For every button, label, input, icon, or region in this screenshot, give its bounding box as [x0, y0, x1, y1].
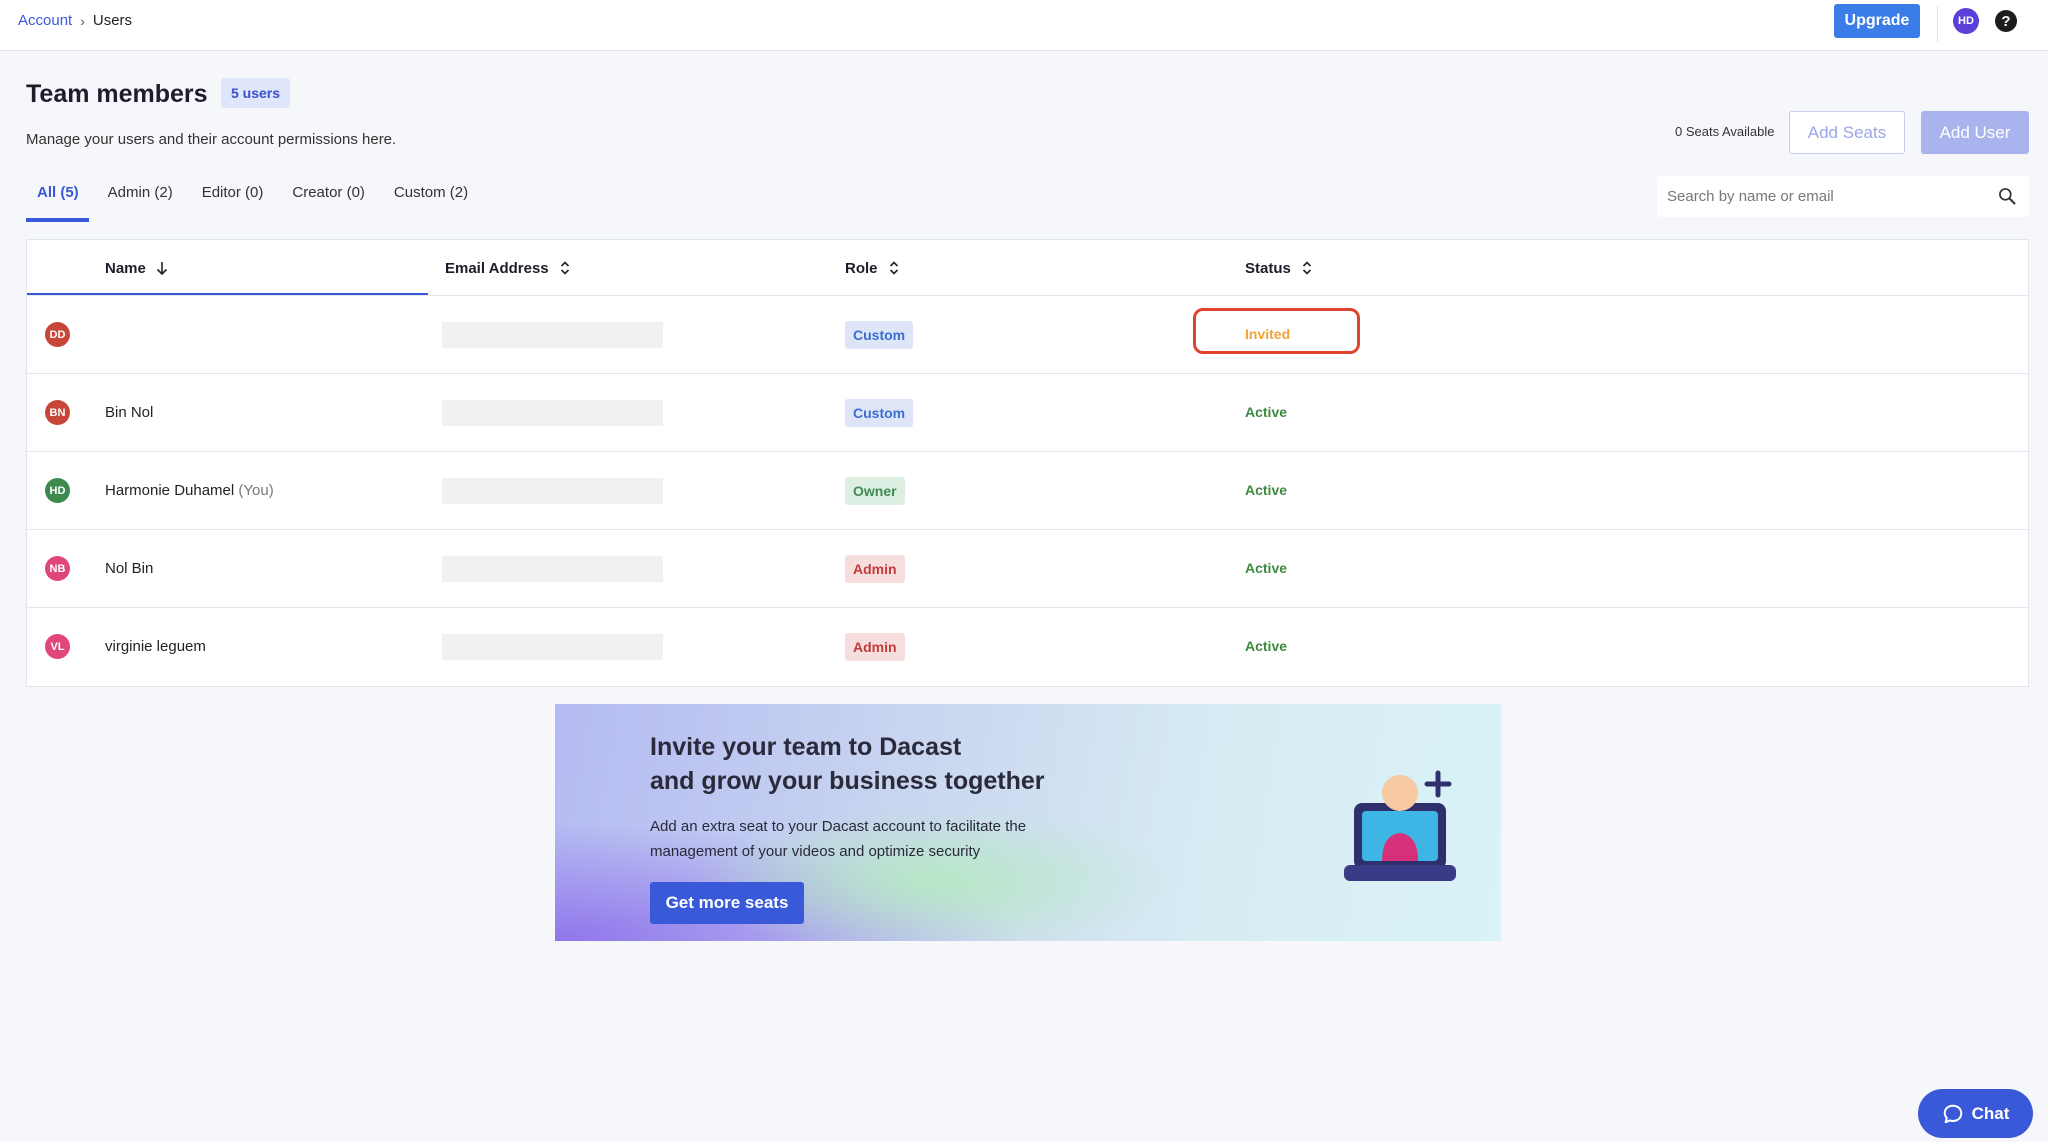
- email-redacted: [442, 634, 663, 660]
- user-avatar[interactable]: HD: [1953, 8, 1979, 34]
- add-user-laptop-icon: [1344, 770, 1456, 881]
- table-row[interactable]: HD Harmonie Duhamel (You) Owner Active: [27, 452, 2028, 530]
- email-redacted: [442, 556, 663, 582]
- arrow-down-icon: [156, 262, 167, 276]
- banner-title: Invite your team to Dacast and grow your…: [650, 733, 1045, 795]
- column-header-role[interactable]: Role: [845, 240, 900, 296]
- you-label: (You): [238, 482, 274, 499]
- invite-team-banner: Invite your team to Dacast and grow your…: [555, 704, 1501, 941]
- page-subtitle: Manage your users and their account perm…: [26, 131, 397, 148]
- table-row[interactable]: DD Custom Invited: [27, 296, 2028, 374]
- role-badge: Custom: [845, 321, 914, 349]
- email-redacted: [442, 478, 663, 504]
- upgrade-button[interactable]: Upgrade: [1834, 4, 1920, 38]
- status-badge: Active: [1245, 404, 1288, 420]
- chat-bubble-icon: [1943, 1104, 1962, 1123]
- column-header-label: Status: [1245, 259, 1291, 277]
- sorted-column-indicator: [27, 293, 428, 295]
- add-user-button[interactable]: Add User: [1921, 111, 2029, 154]
- avatar: BN: [45, 400, 70, 425]
- column-header-status[interactable]: Status: [1245, 240, 1313, 296]
- page-title: Team members: [26, 80, 208, 108]
- chat-button[interactable]: Chat: [1918, 1089, 2033, 1138]
- role-badge: Admin: [845, 555, 905, 583]
- get-more-seats-button[interactable]: Get more seats: [650, 882, 804, 924]
- breadcrumb: Account › Users: [18, 12, 132, 29]
- column-header-email[interactable]: Email Address: [445, 240, 571, 296]
- column-header-name[interactable]: Name: [105, 240, 168, 296]
- chevron-right-icon: ›: [80, 12, 85, 29]
- role-badge: Owner: [845, 477, 905, 505]
- tab-admin[interactable]: Admin (2): [97, 172, 183, 222]
- banner-text: Add an extra seat to your Dacast account…: [650, 818, 1027, 860]
- add-seats-button[interactable]: Add Seats: [1789, 111, 1905, 154]
- email-redacted: [442, 400, 663, 426]
- status-badge: Active: [1245, 638, 1288, 654]
- breadcrumb-account-link[interactable]: Account: [18, 12, 72, 29]
- search-box: [1657, 176, 2029, 217]
- search-icon[interactable]: [1997, 186, 2017, 206]
- column-header-label: Email Address: [445, 259, 549, 277]
- help-icon[interactable]: ?: [1995, 10, 2017, 32]
- avatar: NB: [45, 556, 70, 581]
- seats-available-label: 0 Seats Available: [1675, 124, 1775, 139]
- sort-icon: [1302, 261, 1311, 275]
- chat-label: Chat: [1971, 1103, 2010, 1123]
- tab-all[interactable]: All (5): [26, 172, 89, 222]
- email-redacted: [442, 322, 663, 348]
- user-name: Bin Nol: [105, 404, 154, 421]
- status-badge: Invited: [1245, 326, 1291, 342]
- search-input[interactable]: [1667, 176, 1987, 217]
- status-badge: Active: [1245, 482, 1288, 498]
- avatar: DD: [45, 322, 70, 347]
- table-row[interactable]: BN Bin Nol Custom Active: [27, 374, 2028, 452]
- column-header-label: Name: [105, 259, 146, 277]
- avatar: VL: [45, 634, 70, 659]
- top-bar: Account › Users Upgrade HD ?: [0, 0, 2048, 51]
- table-row[interactable]: VL virginie leguem Admin Active: [27, 608, 2028, 686]
- user-name: Nol Bin: [105, 560, 154, 577]
- tab-custom[interactable]: Custom (2): [383, 172, 478, 222]
- column-header-label: Role: [845, 259, 878, 277]
- role-badge: Admin: [845, 633, 905, 661]
- users-table: Name Email Address Role Status DD Custom…: [26, 239, 2029, 687]
- sort-icon: [889, 261, 898, 275]
- avatar: HD: [45, 478, 70, 503]
- status-badge: Active: [1245, 560, 1288, 576]
- user-name: virginie leguem: [105, 638, 206, 655]
- user-count-badge: 5 users: [221, 78, 291, 108]
- table-header: Name Email Address Role Status: [27, 240, 2028, 296]
- tab-creator[interactable]: Creator (0): [281, 172, 375, 222]
- topbar-divider: [1937, 6, 1938, 42]
- sort-icon: [560, 261, 569, 275]
- role-filter-tabs: All (5) Admin (2) Editor (0) Creator (0)…: [26, 172, 486, 222]
- user-name: Harmonie Duhamel (You): [105, 482, 274, 499]
- table-row[interactable]: NB Nol Bin Admin Active: [27, 530, 2028, 608]
- breadcrumb-current: Users: [92, 12, 133, 29]
- role-badge: Custom: [845, 399, 914, 427]
- tab-editor[interactable]: Editor (0): [191, 172, 274, 222]
